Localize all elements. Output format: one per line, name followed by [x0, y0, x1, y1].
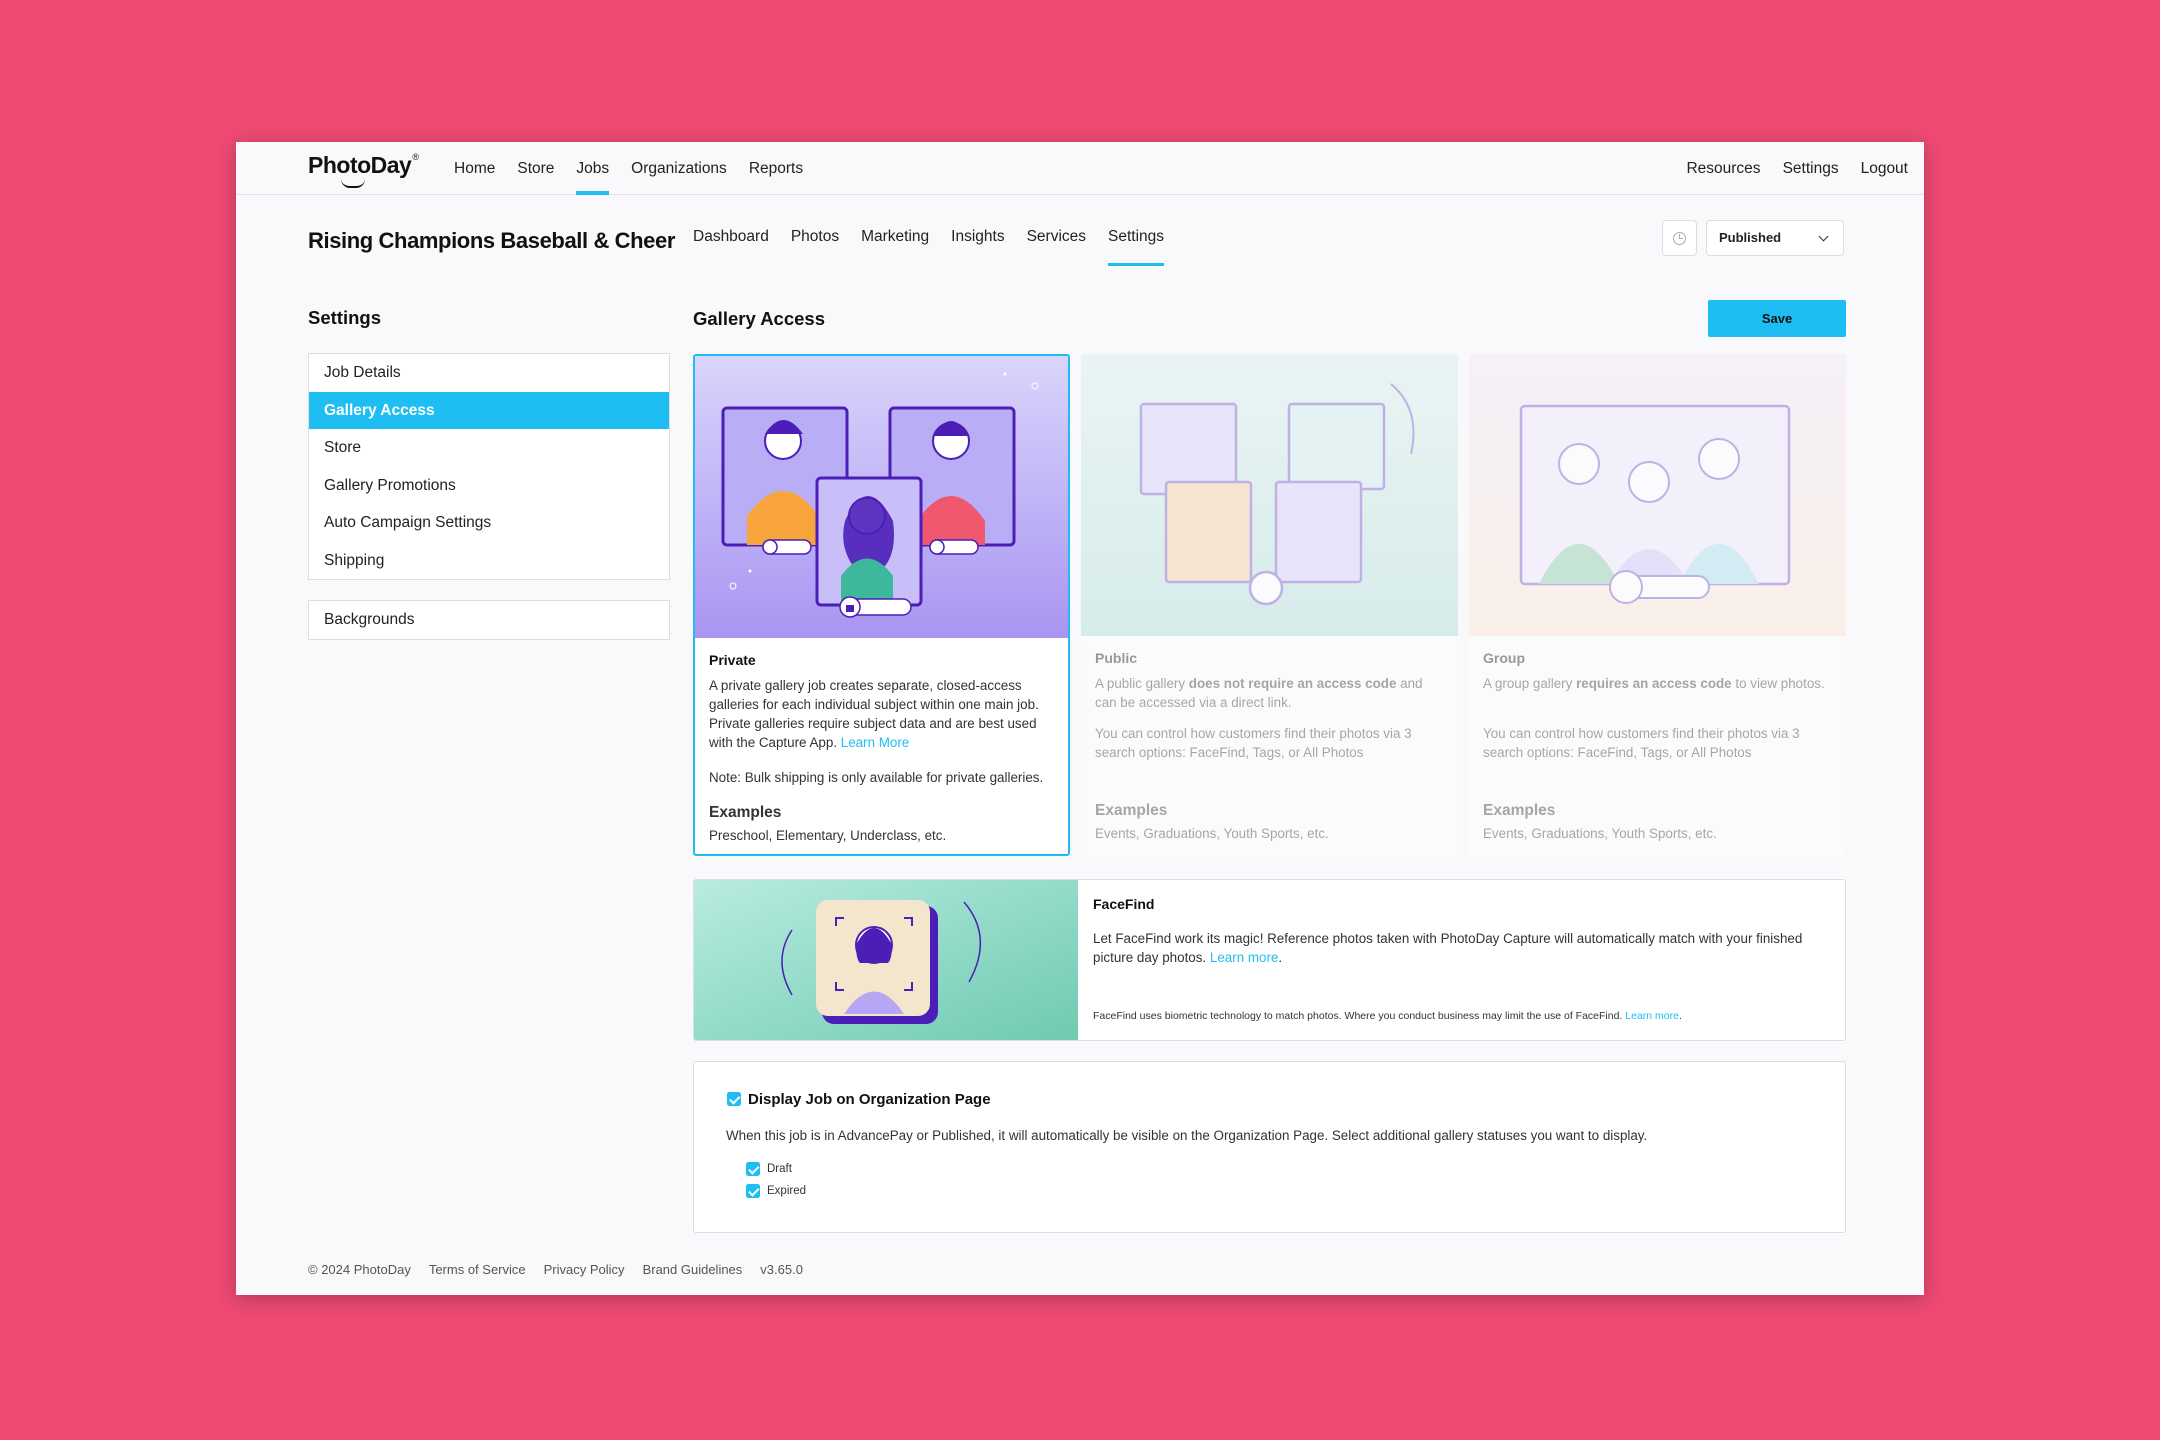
card-description: A public gallery does not require an acc…: [1095, 674, 1440, 712]
card-title: Group: [1483, 650, 1525, 666]
private-gallery-illustration: [695, 356, 1068, 638]
nav-jobs[interactable]: Jobs: [576, 142, 609, 195]
history-clock-icon: [1673, 231, 1686, 245]
sidebar-menu: Job Details Gallery Access Store Gallery…: [308, 353, 670, 580]
top-navigation: PhotoDay® Home Store Jobs Organizations …: [236, 142, 1924, 195]
card-description-2: You can control how customers find their…: [1095, 726, 1412, 760]
logo-smile-mark: [341, 179, 365, 188]
facefind-description: Let FaceFind work its magic! Reference p…: [1093, 931, 1803, 965]
gallery-type-card-group[interactable]: Group A group gallery requires an access…: [1469, 354, 1846, 856]
card-examples-label: Examples: [709, 804, 782, 821]
facefind-learn-more-link[interactable]: Learn more: [1210, 950, 1278, 965]
footer-link-terms[interactable]: Terms of Service: [429, 1262, 526, 1277]
nav-home[interactable]: Home: [454, 142, 495, 195]
sidebar-item-backgrounds[interactable]: Backgrounds: [309, 601, 669, 639]
card-description-pre: A group gallery: [1483, 676, 1577, 691]
card-title: Public: [1095, 650, 1138, 666]
expired-label: Expired: [767, 1185, 806, 1197]
learn-more-link[interactable]: Learn More: [841, 735, 909, 750]
footer-copyright: © 2024 PhotoDay: [308, 1262, 411, 1277]
job-subnav: Dashboard Photos Marketing Insights Serv…: [693, 222, 1186, 266]
photoday-logo[interactable]: PhotoDay®: [308, 152, 419, 188]
card-examples-label: Examples: [1483, 802, 1556, 819]
card-title: Private: [709, 652, 756, 668]
section-title: Gallery Access: [693, 308, 825, 329]
public-gallery-illustration: [1081, 354, 1458, 636]
group-gallery-illustration: [1469, 354, 1846, 636]
history-button[interactable]: [1662, 220, 1697, 256]
tab-dashboard[interactable]: Dashboard: [693, 222, 769, 266]
sidebar-item-shipping[interactable]: Shipping: [309, 542, 669, 580]
nav-logout[interactable]: Logout: [1861, 142, 1908, 195]
draft-label: Draft: [767, 1163, 792, 1175]
facefind-illustration: [694, 880, 1078, 1040]
nav-reports[interactable]: Reports: [749, 142, 803, 195]
display-org-page-panel: Display Job on Organization Page When th…: [693, 1061, 1846, 1233]
display-job-label: Display Job on Organization Page: [748, 1091, 991, 1108]
job-status-select[interactable]: Published: [1706, 220, 1844, 256]
facefind-note: FaceFind uses biometric technology to ma…: [1093, 1010, 1682, 1022]
display-job-description: When this job is in AdvancePay or Publis…: [726, 1128, 1648, 1143]
app-window: PhotoDay® Home Store Jobs Organizations …: [236, 142, 1924, 1295]
footer-link-privacy[interactable]: Privacy Policy: [544, 1262, 625, 1277]
job-status-value: Published: [1719, 230, 1782, 245]
card-description-2: You can control how customers find their…: [1483, 726, 1800, 760]
sidebar-item-job-details[interactable]: Job Details: [309, 354, 669, 392]
job-title: Rising Champions Baseball & Cheer: [308, 228, 675, 253]
card-description-bold: requires an access code: [1576, 676, 1732, 691]
sidebar-item-gallery-access[interactable]: Gallery Access: [309, 391, 669, 429]
card-examples-value: Preschool, Elementary, Underclass, etc.: [709, 828, 947, 843]
public-gallery-art-icon: [1081, 354, 1458, 636]
group-gallery-art-icon: [1469, 354, 1846, 636]
card-examples-label: Examples: [1095, 802, 1168, 819]
card-description-post: to view photos.: [1731, 676, 1825, 691]
gallery-type-card-public[interactable]: Public A public gallery does not require…: [1081, 354, 1458, 856]
sidebar-menu-secondary: Backgrounds: [308, 600, 670, 640]
secondary-nav: Resources Settings Logout: [1664, 142, 1908, 195]
sidebar-title: Settings: [308, 307, 381, 328]
card-description: A private gallery job creates separate, …: [709, 676, 1054, 752]
footer-link-brand-guidelines[interactable]: Brand Guidelines: [643, 1262, 743, 1277]
gallery-type-card-private[interactable]: Private A private gallery job creates se…: [693, 354, 1070, 856]
card-note: Note: Bulk shipping is only available fo…: [709, 770, 1044, 785]
draft-checkbox[interactable]: [746, 1162, 760, 1176]
tab-insights[interactable]: Insights: [951, 222, 1004, 266]
nav-store[interactable]: Store: [517, 142, 554, 195]
card-description-bold: does not require an access code: [1188, 676, 1397, 691]
facefind-panel: FaceFind Let FaceFind work its magic! Re…: [693, 879, 1846, 1041]
sidebar-item-store[interactable]: Store: [309, 429, 669, 467]
tab-services[interactable]: Services: [1027, 222, 1086, 266]
tab-photos[interactable]: Photos: [791, 222, 839, 266]
nav-settings[interactable]: Settings: [1783, 142, 1839, 195]
footer: © 2024 PhotoDay Terms of Service Privacy…: [308, 1262, 821, 1277]
private-gallery-art-icon: [695, 356, 1068, 638]
expired-checkbox[interactable]: [746, 1184, 760, 1198]
card-examples-value: Events, Graduations, Youth Sports, etc.: [1095, 826, 1329, 841]
card-description-pre: A public gallery: [1095, 676, 1189, 691]
facefind-art-icon: [694, 880, 1078, 1040]
tab-settings[interactable]: Settings: [1108, 222, 1165, 266]
primary-nav: Home Store Jobs Organizations Reports: [454, 142, 825, 195]
nav-organizations[interactable]: Organizations: [631, 142, 727, 195]
save-button[interactable]: Save: [1708, 300, 1846, 337]
sidebar-item-auto-campaign-settings[interactable]: Auto Campaign Settings: [309, 504, 669, 542]
sidebar-item-gallery-promotions[interactable]: Gallery Promotions: [309, 467, 669, 505]
card-examples-value: Events, Graduations, Youth Sports, etc.: [1483, 826, 1717, 841]
footer-version: v3.65.0: [760, 1262, 803, 1277]
facefind-description-text: Let FaceFind work its magic! Reference p…: [1093, 931, 1803, 965]
facefind-title: FaceFind: [1093, 896, 1155, 912]
chevron-down-icon: [1818, 231, 1829, 242]
facefind-note-text: FaceFind uses biometric technology to ma…: [1093, 1010, 1623, 1022]
card-description: A group gallery requires an access code …: [1483, 674, 1828, 693]
facefind-note-learn-more-link[interactable]: Learn more: [1625, 1010, 1679, 1022]
nav-resources[interactable]: Resources: [1686, 142, 1760, 195]
logo-trademark: ®: [412, 152, 419, 162]
display-job-checkbox[interactable]: [727, 1092, 741, 1106]
logo-text: PhotoDay: [308, 152, 412, 178]
tab-marketing[interactable]: Marketing: [861, 222, 929, 266]
